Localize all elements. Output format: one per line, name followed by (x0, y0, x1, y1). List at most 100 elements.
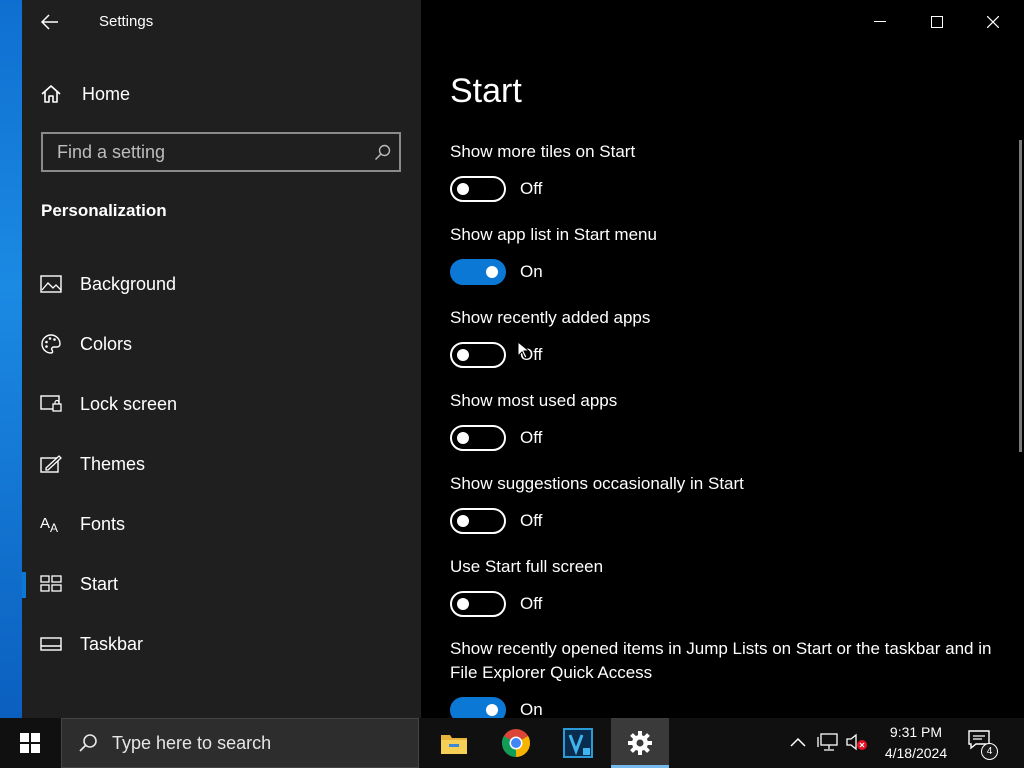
network-icon (817, 733, 838, 751)
setting-jump-lists: Show recently opened items in Jump Lists… (450, 637, 1010, 718)
navigation-pane: Settings Home Personalization Background (22, 0, 421, 718)
svg-text:A: A (40, 515, 50, 532)
taskbar-visual-studio[interactable] (549, 718, 607, 768)
sidebar-item-background[interactable]: Background (22, 259, 421, 309)
setting-app-list: Show app list in Start menu On (450, 223, 1010, 285)
volume-muted-icon (846, 733, 867, 751)
app-list-toggle[interactable] (450, 259, 506, 285)
chrome-icon (502, 729, 530, 757)
nav-home[interactable]: Home (40, 80, 130, 108)
jump-lists-toggle[interactable] (450, 697, 506, 718)
sidebar-item-label: Themes (80, 453, 146, 474)
app-title: Settings (99, 13, 154, 30)
taskbar: Type here to search 9:31 PM 4/18/2024 4 (0, 718, 1024, 768)
setting-label: Show recently opened items in Jump Lists… (450, 639, 992, 682)
minimize-button[interactable] (852, 0, 908, 44)
search-icon[interactable] (365, 144, 399, 161)
mouse-cursor-icon (517, 341, 529, 359)
toggle-knob (457, 349, 469, 361)
sidebar-item-taskbar[interactable]: Taskbar (22, 619, 421, 669)
sidebar-item-fonts[interactable]: AA Fonts (22, 499, 421, 549)
full-screen-toggle[interactable] (450, 591, 506, 617)
palette-icon (40, 333, 62, 355)
maximize-icon (931, 16, 943, 28)
most-used-toggle[interactable] (450, 425, 506, 451)
taskbar-chrome[interactable] (487, 718, 545, 768)
back-button[interactable] (36, 8, 64, 36)
chevron-up-icon (790, 737, 806, 747)
sidebar-item-colors[interactable]: Colors (22, 319, 421, 369)
sidebar-item-start[interactable]: Start (22, 559, 421, 609)
setting-label: Show most used apps (450, 391, 618, 410)
toggle-knob (486, 266, 498, 278)
toggle-knob (457, 598, 469, 610)
toggle-state: On (520, 262, 543, 281)
sidebar-item-themes[interactable]: Themes (22, 439, 421, 489)
close-icon (987, 16, 999, 28)
lock-screen-icon (40, 393, 62, 415)
taskbar-icon (40, 633, 62, 655)
setting-label: Show recently added apps (450, 308, 651, 327)
search-input[interactable] (43, 141, 365, 163)
taskbar-settings[interactable] (611, 718, 669, 768)
taskbar-file-explorer[interactable] (425, 718, 483, 768)
toggle-knob (457, 183, 469, 195)
sidebar-item-label: Colors (80, 333, 133, 354)
suggestions-toggle[interactable] (450, 508, 506, 534)
action-center-button[interactable]: 4 (968, 730, 998, 760)
setting-suggestions: Show suggestions occasionally in Start O… (450, 472, 1010, 534)
settings-gear-icon (628, 731, 652, 755)
setting-label: Show app list in Start menu (450, 225, 657, 244)
start-button[interactable] (0, 718, 60, 768)
volume-button[interactable] (846, 731, 868, 753)
toggle-knob (486, 704, 498, 716)
settings-search[interactable] (41, 132, 401, 172)
section-title: Personalization (41, 201, 167, 220)
sidebar-item-label: Fonts (80, 513, 126, 534)
setting-more-tiles: Show more tiles on Start Off (450, 140, 1010, 202)
toggle-state: Off (520, 594, 543, 613)
system-clock[interactable]: 9:31 PM 4/18/2024 (872, 722, 960, 764)
settings-window: Settings Home Personalization Background (22, 0, 1024, 718)
image-icon (40, 273, 62, 295)
visual-studio-icon (563, 728, 593, 758)
toggle-state: On (520, 700, 543, 718)
setting-label: Use Start full screen (450, 557, 604, 576)
maximize-button[interactable] (909, 0, 965, 44)
toggle-state: Off (520, 428, 543, 447)
close-button[interactable] (965, 0, 1021, 44)
back-arrow-icon (41, 14, 58, 30)
file-explorer-icon (441, 735, 467, 754)
svg-text:A: A (50, 521, 58, 534)
setting-label: Show suggestions occasionally in Start (450, 474, 744, 493)
nav-home-label: Home (82, 83, 131, 104)
windows-logo-icon (20, 733, 40, 753)
taskbar-search-placeholder: Type here to search (112, 732, 272, 753)
scrollbar[interactable] (1019, 140, 1022, 452)
clock-date: 4/18/2024 (884, 745, 948, 761)
setting-label: Show more tiles on Start (450, 142, 636, 161)
network-button[interactable] (817, 731, 839, 753)
more-tiles-toggle[interactable] (450, 176, 506, 202)
home-icon (41, 85, 61, 103)
notification-count-badge: 4 (981, 743, 998, 760)
toggle-state: Off (520, 179, 543, 198)
toggle-state: Off (520, 511, 543, 530)
taskbar-search-box[interactable]: Type here to search (61, 718, 419, 768)
toggle-knob (457, 432, 469, 444)
setting-full-screen: Use Start full screen Off (450, 555, 1010, 617)
sidebar-item-label: Background (80, 273, 177, 294)
minimize-icon (874, 21, 886, 22)
sidebar-item-label: Lock screen (80, 393, 178, 414)
toggle-knob (457, 515, 469, 527)
sidebar-item-label: Taskbar (80, 633, 144, 654)
sidebar-item-lock-screen[interactable]: Lock screen (22, 379, 421, 429)
clock-time: 9:31 PM (889, 724, 943, 740)
setting-most-used: Show most used apps Off (450, 389, 1010, 451)
start-icon (40, 573, 62, 595)
page-title: Start (450, 72, 522, 110)
sidebar-item-label: Start (80, 573, 119, 594)
show-hidden-icons-button[interactable] (787, 731, 809, 753)
fonts-icon: AA (40, 513, 62, 535)
recently-added-toggle[interactable] (450, 342, 506, 368)
